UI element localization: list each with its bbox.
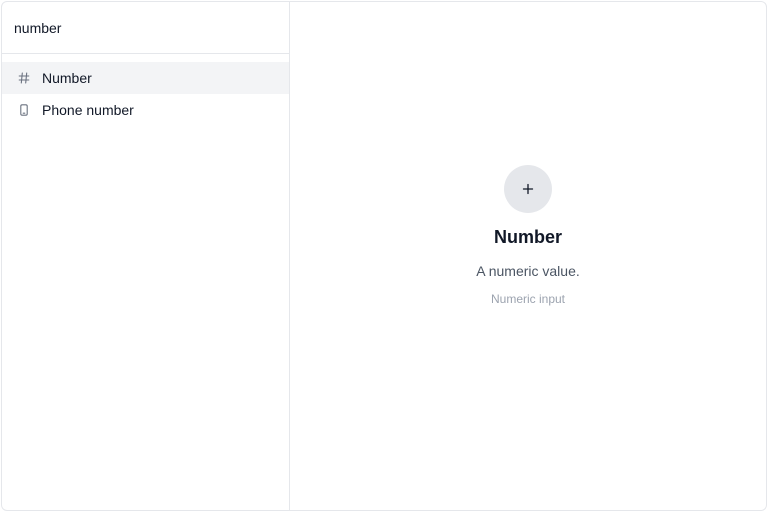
results-pane: Number Phone number	[2, 2, 290, 510]
preview-pane: Number A numeric value. Numeric input	[290, 2, 766, 510]
plus-icon	[504, 164, 552, 213]
result-item-number[interactable]: Number	[2, 62, 289, 94]
result-item-phone-number[interactable]: Phone number	[2, 94, 289, 126]
phone-icon	[16, 102, 32, 118]
preview-hint: Numeric input	[490, 291, 566, 306]
results-list: Number Phone number	[2, 54, 289, 126]
field-type-picker: Number Phone number Number	[1, 1, 767, 511]
preview-description: A numeric value.	[476, 262, 580, 279]
search-row	[2, 2, 289, 54]
preview: Number A numeric value. Numeric input	[476, 164, 580, 306]
hash-icon	[16, 70, 32, 86]
search-input[interactable]	[14, 19, 277, 36]
result-label: Number	[42, 70, 92, 86]
preview-title: Number	[493, 226, 562, 247]
result-label: Phone number	[42, 102, 134, 118]
